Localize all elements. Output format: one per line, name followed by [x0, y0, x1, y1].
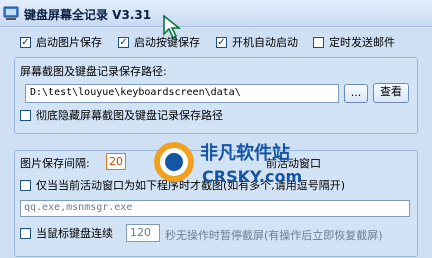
checkbox-label: 启动按键保存 — [134, 36, 200, 49]
idle-pause-checkbox[interactable]: 当鼠标键盘连续 — [20, 226, 113, 240]
checkmark-icon: ✓ — [217, 36, 226, 48]
crsky-watermark-logo: 非凡软件站 CRSKY.com — [150, 132, 325, 192]
checkbox-box[interactable] — [20, 227, 31, 239]
app-icon — [3, 6, 19, 20]
interval-label: 图片保存间隔: — [20, 157, 90, 170]
main-window: 键盘屏幕全记录 V3.31 ✓ 启动图片保存 ✓ 启动按键保存 ✓ 开机自动启动… — [0, 0, 432, 258]
checkmark-icon: ✓ — [21, 36, 30, 48]
checkbox-box[interactable] — [313, 36, 324, 48]
checkbox-box[interactable] — [20, 109, 31, 121]
auto-start-checkbox[interactable]: ✓ 开机自动启动 — [216, 35, 298, 49]
program-list-input[interactable]: qq.exe,msnmsgr.exe — [20, 200, 410, 217]
save-path-input[interactable]: D:\test\louyue\keyboardscreen\data\ — [25, 84, 339, 103]
checkbox-box[interactable] — [20, 179, 31, 191]
checkmark-icon: ✓ — [119, 36, 128, 48]
window-title: 键盘屏幕全记录 V3.31 — [24, 8, 152, 22]
idle-seconds-input[interactable]: 120 — [126, 224, 160, 242]
checkbox-box[interactable]: ✓ — [118, 36, 129, 48]
save-path-label: 屏幕截图及键盘记录保存路径: — [20, 65, 167, 78]
startup-image-save-checkbox[interactable]: ✓ 启动图片保存 — [20, 35, 102, 49]
browse-button[interactable]: ... — [344, 84, 368, 103]
watermark-line1: 非凡软件站 — [200, 142, 290, 164]
checkbox-label: 当鼠标键盘连续 — [36, 227, 113, 240]
checkbox-label: 启动图片保存 — [36, 36, 102, 49]
checkbox-box[interactable]: ✓ — [216, 36, 227, 48]
interval-input[interactable]: 20 — [106, 153, 126, 170]
view-button[interactable]: 查看 — [373, 83, 409, 103]
idle-suffix-label: 秒无操作时暂停截屏(有操作后立即恢复截屏) — [165, 229, 383, 242]
startup-key-save-checkbox[interactable]: ✓ 启动按键保存 — [118, 35, 200, 49]
checkbox-label: 定时发送邮件 — [329, 36, 395, 49]
watermark-graphic: 非凡软件站 CRSKY.com — [154, 142, 302, 186]
checkbox-label: 开机自动启动 — [232, 36, 298, 49]
hide-save-dir-checkbox[interactable]: 彻底隐藏屏幕截图及键盘记录保存路径 — [20, 108, 223, 122]
checkbox-label: 彻底隐藏屏幕截图及键盘记录保存路径 — [36, 109, 223, 122]
scheduled-email-checkbox[interactable]: 定时发送邮件 — [313, 35, 395, 49]
checkbox-box[interactable]: ✓ — [20, 36, 31, 48]
title-bar[interactable]: 键盘屏幕全记录 V3.31 — [0, 0, 432, 27]
watermark-line2: CRSKY.com — [202, 167, 302, 186]
